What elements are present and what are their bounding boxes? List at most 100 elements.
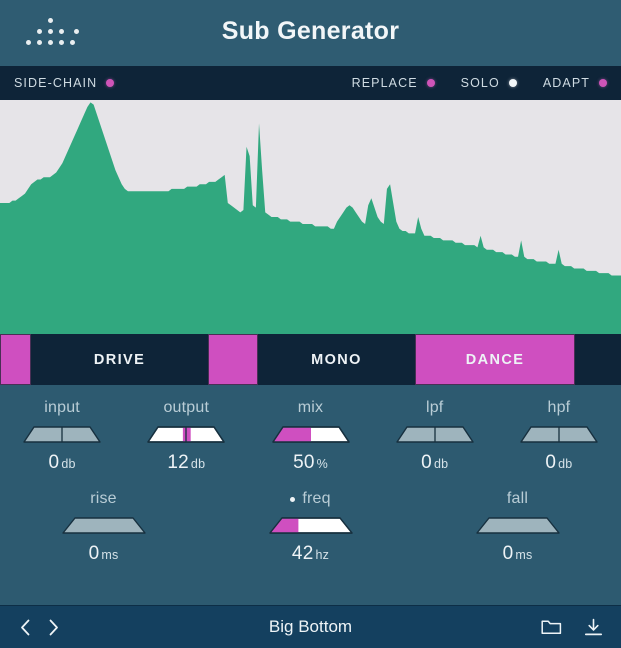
control-freq-value-number: 42 bbox=[291, 543, 314, 564]
toggle-solo[interactable]: SOLO bbox=[461, 76, 517, 90]
control-lpf-name-text: lpf bbox=[425, 399, 444, 416]
slider-fall[interactable] bbox=[475, 513, 560, 537]
adapt-led-icon[interactable] bbox=[599, 79, 607, 87]
mode-button-row: DRIVE MONO DANCE bbox=[0, 334, 621, 385]
mode-button-drive-label: DRIVE bbox=[93, 351, 146, 368]
control-rise-name-text: rise bbox=[90, 490, 117, 507]
control-fall-name-text: fall bbox=[506, 490, 529, 507]
control-fall-value: 0 ms bbox=[503, 543, 533, 565]
control-mix-label: mix bbox=[298, 399, 323, 417]
toggle-replace[interactable]: REPLACE bbox=[352, 76, 435, 90]
control-mix[interactable]: mix 50% bbox=[248, 399, 372, 474]
control-input-name-text: input bbox=[44, 399, 80, 416]
title-bar: Sub Generator bbox=[0, 0, 621, 66]
folder-icon bbox=[541, 620, 562, 635]
control-mix-value: 50% bbox=[293, 452, 328, 474]
slider-freq[interactable] bbox=[268, 513, 353, 537]
slider-hpf-graphic bbox=[520, 426, 598, 443]
mono-indicator[interactable] bbox=[208, 334, 258, 385]
toggle-replace-label: REPLACE bbox=[351, 76, 418, 90]
toggle-adapt[interactable]: ADAPT bbox=[543, 76, 607, 90]
slider-fall-graphic bbox=[475, 517, 560, 534]
control-freq-name-text: freq bbox=[302, 490, 331, 507]
mode-button-mono[interactable]: MONO bbox=[258, 334, 415, 385]
controls-panel: input 0 db output 12 db mix 50% lpf 0 db hpf 0 db ris… bbox=[0, 385, 621, 605]
footer-actions bbox=[541, 618, 603, 637]
preset-navigation bbox=[18, 617, 60, 637]
mode-button-drive[interactable]: DRIVE bbox=[31, 334, 208, 385]
toggle-side-chain[interactable]: SIDE-CHAIN bbox=[14, 76, 115, 90]
control-hpf-name-text: hpf bbox=[547, 399, 571, 416]
spectrum-display[interactable] bbox=[0, 100, 621, 334]
control-output-value: 12 db bbox=[167, 452, 205, 474]
controls-row-secondary: rise 0 ms freq 42 hz fall 0 ms bbox=[0, 474, 621, 565]
control-rise-label: rise bbox=[90, 490, 117, 508]
mode-button-dance[interactable]: DANCE bbox=[415, 334, 575, 385]
control-input-value: 0 db bbox=[49, 452, 76, 474]
preset-name-label: Big Bottom bbox=[268, 617, 353, 636]
drive-indicator[interactable] bbox=[0, 334, 31, 385]
control-lpf[interactable]: lpf 0 db bbox=[373, 399, 497, 474]
control-freq-active-dot-icon[interactable] bbox=[290, 496, 296, 502]
page-title: Sub Generator bbox=[221, 17, 400, 45]
control-fall[interactable]: fall 0 ms bbox=[414, 490, 621, 565]
save-preset-button[interactable] bbox=[584, 618, 603, 637]
control-fall-value-unit: ms bbox=[515, 548, 533, 562]
control-hpf-value-number: 0 bbox=[545, 452, 557, 473]
footer-bar: Big Bottom bbox=[0, 605, 621, 648]
control-hpf-value: 0 db bbox=[545, 452, 572, 474]
slider-lpf-graphic bbox=[396, 426, 474, 443]
control-fall-label: fall bbox=[507, 490, 528, 508]
control-mix-value-unit: % bbox=[316, 457, 328, 471]
toggle-solo-label: SOLO bbox=[460, 76, 500, 90]
control-input[interactable]: input 0 db bbox=[0, 399, 124, 474]
control-output-value-unit: db bbox=[190, 457, 206, 471]
slider-output[interactable] bbox=[147, 422, 225, 446]
mode-button-dance-label: DANCE bbox=[465, 351, 525, 368]
side-chain-led-icon[interactable] bbox=[106, 79, 115, 87]
spectrum-area-path bbox=[0, 102, 621, 334]
slider-input[interactable] bbox=[23, 422, 101, 446]
control-output[interactable]: output 12 db bbox=[124, 399, 248, 474]
browse-presets-button[interactable] bbox=[541, 618, 562, 636]
control-freq-value: 42 hz bbox=[292, 543, 329, 565]
control-output-name-text: output bbox=[163, 399, 210, 416]
solo-led-icon[interactable] bbox=[508, 79, 517, 87]
slider-mix[interactable] bbox=[271, 422, 350, 446]
slider-lpf[interactable] bbox=[396, 422, 474, 446]
slider-hpf[interactable] bbox=[520, 422, 598, 446]
control-input-label: input bbox=[44, 399, 80, 417]
prev-preset-button[interactable] bbox=[18, 617, 32, 637]
control-input-value-unit: db bbox=[61, 457, 76, 471]
control-output-label: output bbox=[163, 399, 209, 417]
toggle-bar: SIDE-CHAIN REPLACE SOLO ADAPT bbox=[0, 66, 621, 100]
chevron-left-icon bbox=[20, 619, 29, 635]
control-lpf-value: 0 db bbox=[421, 452, 448, 474]
control-rise[interactable]: rise 0 ms bbox=[0, 490, 207, 565]
control-mix-value-number: 50 bbox=[293, 452, 315, 473]
slider-input-graphic bbox=[23, 426, 101, 443]
control-lpf-value-unit: db bbox=[433, 457, 449, 471]
control-mix-name-text: mix bbox=[297, 399, 324, 416]
toggle-adapt-label: ADAPT bbox=[542, 76, 590, 90]
mode-row-tail[interactable] bbox=[575, 334, 621, 385]
control-hpf[interactable]: hpf 0 db bbox=[497, 399, 621, 474]
next-preset-button[interactable] bbox=[46, 617, 60, 637]
control-rise-value: 0 ms bbox=[89, 543, 119, 565]
control-lpf-label: lpf bbox=[426, 399, 444, 417]
slider-rise[interactable] bbox=[61, 513, 146, 537]
control-freq-value-unit: hz bbox=[315, 548, 330, 562]
control-rise-value-unit: ms bbox=[101, 548, 119, 562]
slider-freq-graphic bbox=[268, 517, 353, 534]
control-freq[interactable]: freq 42 hz bbox=[207, 490, 414, 565]
control-freq-label: freq bbox=[290, 490, 330, 508]
download-icon bbox=[584, 618, 603, 635]
spectrum-chart bbox=[0, 102, 621, 334]
controls-row-primary: input 0 db output 12 db mix 50% lpf 0 db hpf 0 db bbox=[0, 385, 621, 474]
replace-led-icon[interactable] bbox=[426, 79, 435, 87]
chevron-right-icon bbox=[49, 619, 58, 635]
control-hpf-label: hpf bbox=[547, 399, 570, 417]
control-fall-value-number: 0 bbox=[502, 543, 514, 564]
control-lpf-value-number: 0 bbox=[421, 452, 432, 473]
slider-mix-graphic bbox=[271, 426, 350, 443]
